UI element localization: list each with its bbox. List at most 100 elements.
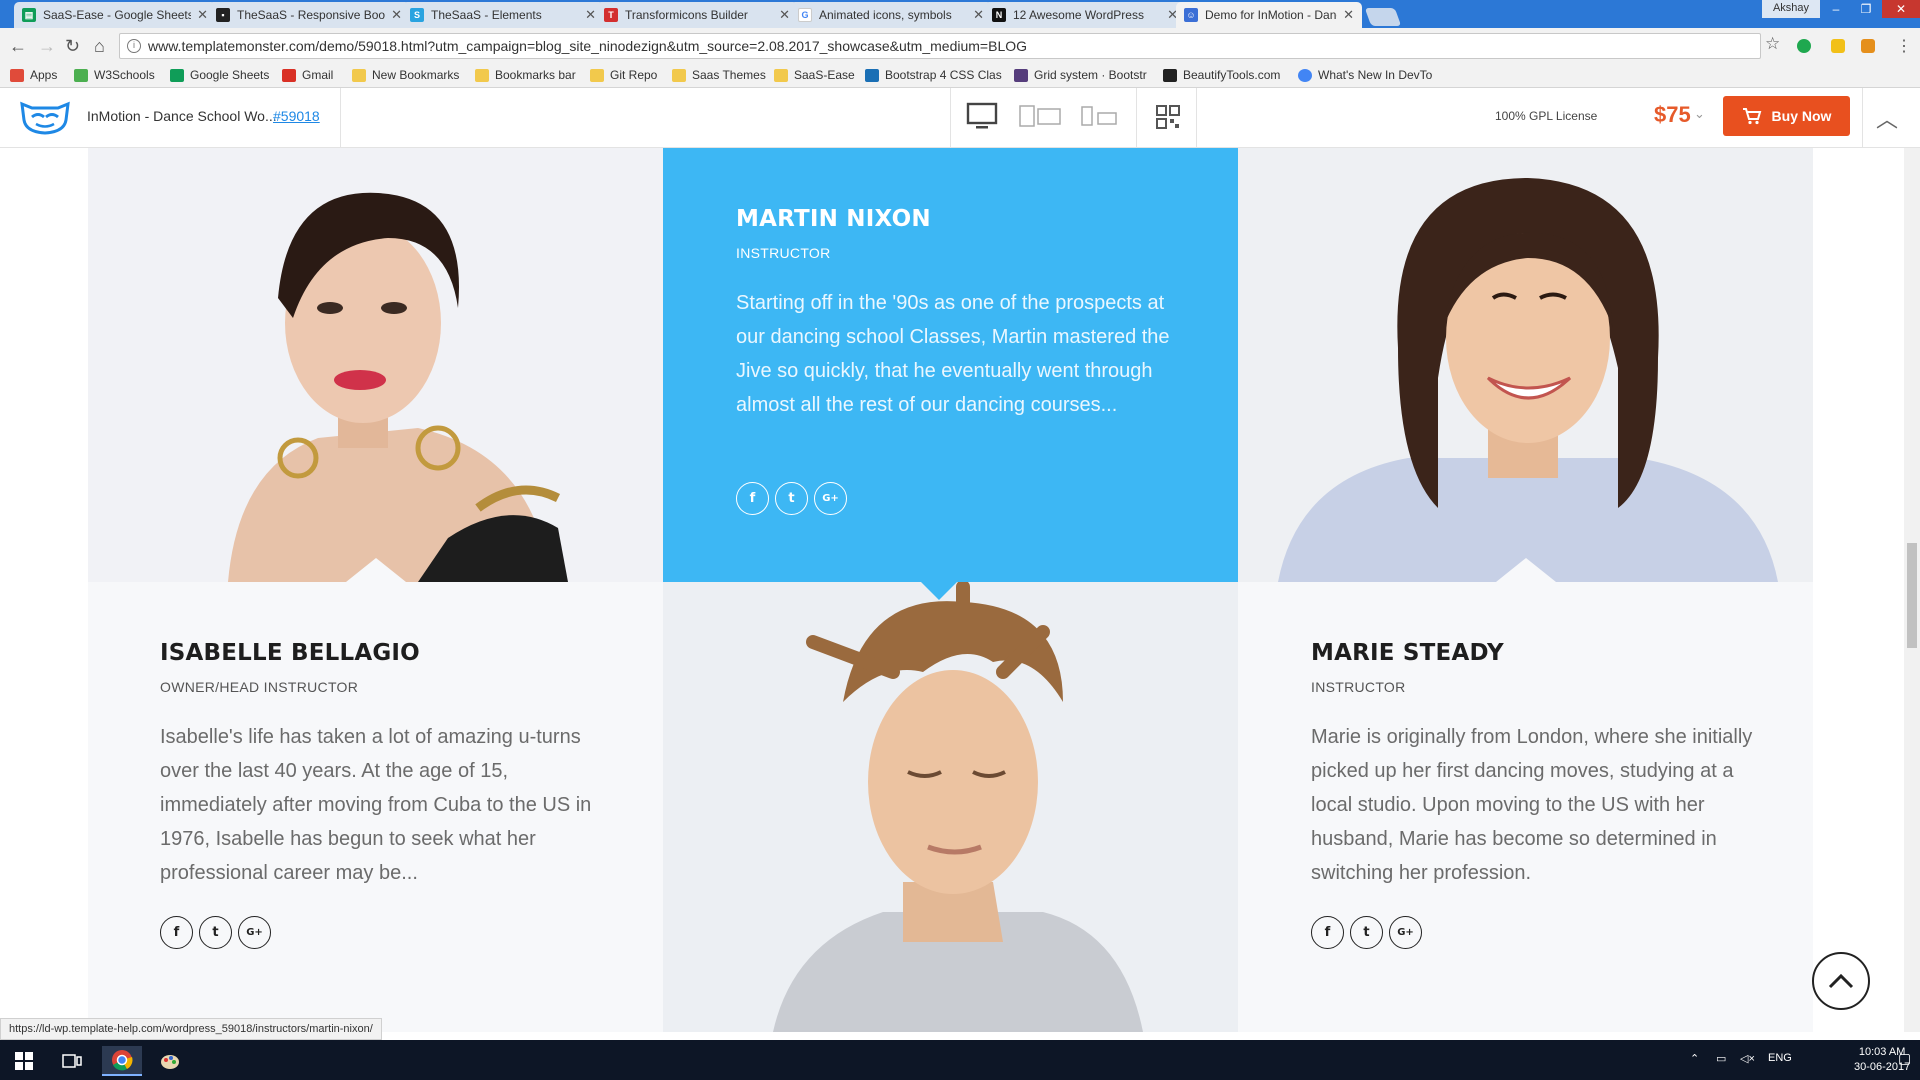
notifications-icon[interactable]: ▢: [1898, 1050, 1911, 1067]
chevron-up-tray-icon[interactable]: ⌃: [1690, 1052, 1699, 1065]
close-tab-icon[interactable]: ✕: [391, 7, 402, 23]
google-plus-icon[interactable]: G+: [238, 916, 271, 949]
instructor-role: OWNER/HEAD INSTRUCTOR: [160, 679, 359, 695]
reload-icon[interactable]: ↻: [65, 36, 80, 57]
portrait-image: [1238, 148, 1813, 582]
qr-code-icon[interactable]: [1156, 105, 1180, 129]
profile-button[interactable]: Akshay: [1762, 0, 1820, 18]
forward-arrow-icon[interactable]: →: [38, 36, 56, 57]
social-links: f t G+: [1311, 916, 1422, 949]
facebook-icon[interactable]: f: [736, 482, 769, 515]
network-icon[interactable]: ▭: [1716, 1052, 1726, 1065]
bookmark-bootstrap4[interactable]: Bootstrap 4 CSS Clas: [865, 68, 1002, 82]
instructor-bio: Isabelle's life has taken a lot of amazi…: [160, 726, 592, 884]
browser-tab[interactable]: N 12 Awesome WordPress ✕: [984, 2, 1186, 28]
instructor-name[interactable]: ISABELLE BELLAGIO: [160, 640, 420, 666]
buy-now-button[interactable]: Buy Now: [1723, 96, 1850, 136]
folder-icon: [352, 68, 366, 82]
extension-star-icon[interactable]: [1831, 39, 1845, 53]
close-tab-icon[interactable]: ✕: [585, 7, 596, 23]
tab-title: TheSaaS - Responsive Bootstrap: [237, 8, 386, 22]
bookmark-folder[interactable]: Bookmarks bar: [475, 68, 576, 82]
browser-tab[interactable]: ▪ TheSaaS - Responsive Bootstrap ✕: [208, 2, 410, 28]
browser-toolbar: ← → ↻ ⌂ i www.templatemonster.com/demo/5…: [0, 28, 1920, 64]
instructor-name[interactable]: MARTIN NIXON: [736, 206, 931, 232]
chrome-taskbar-icon[interactable]: [102, 1046, 142, 1076]
desktop-view-icon[interactable]: [966, 102, 998, 130]
extension-green-icon[interactable]: [1797, 39, 1811, 53]
google-plus-icon[interactable]: G+: [814, 482, 847, 515]
task-view-icon[interactable]: [52, 1046, 92, 1076]
back-arrow-icon[interactable]: ←: [9, 36, 27, 57]
facebook-icon[interactable]: f: [160, 916, 193, 949]
templatemonster-logo-icon[interactable]: [18, 98, 72, 136]
bookmark-label: Saas Themes: [692, 68, 766, 82]
close-tab-icon[interactable]: ✕: [973, 7, 984, 23]
bookmark-label: What's New In DevTo: [1318, 68, 1433, 82]
chevron-down-icon[interactable]: ⌄: [1694, 106, 1705, 122]
browser-tab[interactable]: S TheSaaS - Elements ✕: [402, 2, 604, 28]
instructor-card-marie[interactable]: MARIE STEADY INSTRUCTOR Marie is origina…: [1238, 582, 1813, 1032]
bookmark-gmail[interactable]: Gmail: [282, 68, 333, 82]
extension-key-icon[interactable]: [1861, 39, 1875, 53]
tablet-view-icon[interactable]: [1018, 104, 1066, 128]
instructor-card-isabelle[interactable]: ISABELLE BELLAGIO OWNER/HEAD INSTRUCTOR …: [88, 582, 663, 1032]
url-text: www.templatemonster.com/demo/59018.html?…: [148, 38, 1028, 54]
paint-app-icon[interactable]: [150, 1046, 190, 1076]
instructor-name[interactable]: MARIE STEADY: [1311, 640, 1504, 666]
thesaas-s-icon: S: [410, 8, 424, 22]
browser-tab[interactable]: G Animated icons, symbols ✕: [790, 2, 992, 28]
scroll-to-top-button[interactable]: [1812, 952, 1870, 1010]
bookmark-folder[interactable]: Git Repo: [590, 68, 657, 82]
site-info-icon[interactable]: i: [127, 39, 141, 53]
home-icon[interactable]: ⌂: [94, 36, 105, 57]
bookmark-grid-system[interactable]: Grid system · Bootstr: [1014, 68, 1147, 82]
close-tab-icon[interactable]: ✕: [197, 7, 208, 23]
google-plus-icon[interactable]: G+: [1389, 916, 1422, 949]
address-bar[interactable]: i www.templatemonster.com/demo/59018.htm…: [119, 33, 1761, 59]
bookmark-apps[interactable]: Apps: [10, 68, 57, 82]
twitter-icon[interactable]: t: [1350, 916, 1383, 949]
language-indicator[interactable]: ENG: [1768, 1052, 1792, 1064]
folder-icon: [672, 68, 686, 82]
bookmark-folder[interactable]: Saas Themes: [672, 68, 766, 82]
volume-muted-icon[interactable]: ◁×: [1740, 1052, 1755, 1065]
twitter-icon[interactable]: t: [199, 916, 232, 949]
divider: [1136, 88, 1137, 148]
bookmark-devtools[interactable]: What's New In DevTo: [1298, 68, 1432, 82]
folder-icon: [774, 68, 788, 82]
bookmark-w3schools[interactable]: W3Schools: [74, 68, 155, 82]
chrome-menu-icon[interactable]: ⋮: [1896, 36, 1912, 56]
bookmark-google-sheets[interactable]: Google Sheets: [170, 68, 269, 82]
restore-icon[interactable]: ❐: [1852, 0, 1880, 18]
instructor-photo-isabelle[interactable]: [88, 148, 663, 582]
mobile-view-icon[interactable]: [1080, 104, 1120, 128]
scrollbar-thumb[interactable]: [1907, 543, 1917, 648]
template-id-link[interactable]: #59018: [273, 108, 320, 124]
collapse-bar-icon[interactable]: ︿: [1876, 102, 1898, 134]
browser-tab[interactable]: ▤ SaaS-Ease - Google Sheets ✕: [14, 2, 216, 28]
bookmark-folder[interactable]: SaaS-Ease: [774, 68, 855, 82]
close-tab-icon[interactable]: ✕: [1343, 7, 1354, 23]
minimize-icon[interactable]: –: [1822, 0, 1850, 18]
facebook-icon[interactable]: f: [1311, 916, 1344, 949]
close-tab-icon[interactable]: ✕: [779, 7, 790, 23]
price-label[interactable]: $75: [1654, 102, 1691, 128]
twitter-icon[interactable]: t: [775, 482, 808, 515]
instructor-card-martin[interactable]: MARTIN NIXON INSTRUCTOR Starting off in …: [663, 148, 1238, 582]
bookmark-label: Grid system · Bootstr: [1034, 68, 1147, 82]
browser-tab-active[interactable]: ☺ Demo for InMotion - Dance ✕: [1176, 2, 1362, 28]
bookmark-folder[interactable]: New Bookmarks: [352, 68, 459, 82]
instructor-photo-martin[interactable]: [663, 582, 1238, 1032]
new-tab-button[interactable]: [1364, 8, 1402, 26]
windows-start-icon[interactable]: [4, 1046, 44, 1076]
instructor-photo-marie[interactable]: [1238, 148, 1813, 582]
bookmark-beautifytools[interactable]: BeautifyTools.com: [1163, 68, 1280, 82]
card-pointer: [1496, 558, 1556, 582]
browser-tab[interactable]: T Transformicons Builder ✕: [596, 2, 798, 28]
close-window-icon[interactable]: ✕: [1882, 0, 1920, 18]
bookmark-star-icon[interactable]: ☆: [1765, 34, 1780, 54]
page-scrollbar[interactable]: [1904, 148, 1920, 1032]
demo-bar: InMotion - Dance School Wo... #59018 100…: [0, 88, 1920, 148]
instructor-bio: Marie is originally from London, where s…: [1311, 726, 1753, 884]
